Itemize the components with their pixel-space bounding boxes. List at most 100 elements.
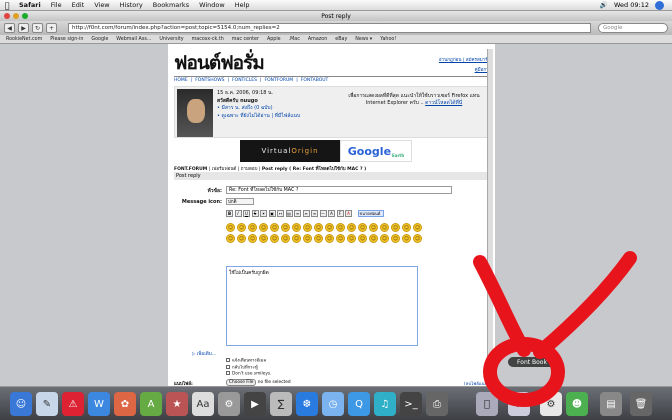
font-book-icon[interactable]: F (508, 392, 530, 416)
smiley-icon[interactable]: ☺ (413, 234, 422, 243)
smiley-icon[interactable]: ☺ (391, 234, 400, 243)
return-checkbox[interactable] (226, 364, 230, 369)
bookmark-item[interactable]: Amazon (308, 37, 327, 42)
align-center-icon[interactable]: ≡ (302, 210, 310, 217)
smiley-icon[interactable]: ☺ (380, 223, 389, 232)
forum-logo[interactable]: ฟอนต์ฟอรั่ม (174, 48, 265, 78)
nav-home[interactable]: HOME (174, 78, 188, 83)
download-link[interactable]: ดาวน์โหลดได้ที่นี่ (425, 100, 462, 106)
smiley-icon[interactable]: ☺ (380, 234, 389, 243)
smiley-icon[interactable]: ☺ (314, 234, 323, 243)
clock[interactable]: Wed 09:12 (614, 1, 649, 9)
nav-fontforum[interactable]: FONTFORUM (265, 78, 294, 83)
notify-checkbox[interactable] (226, 358, 230, 362)
bookmark-item[interactable]: Google (91, 37, 108, 42)
smiley-icon[interactable]: ☺ (237, 234, 246, 243)
smiley-icon[interactable]: ☺ (369, 234, 378, 243)
more-options-link[interactable]: ▷ เพิ่มเติม... (192, 350, 216, 357)
font-app-icon[interactable]: A (140, 392, 162, 416)
bookmark-item[interactable]: mac center (232, 37, 259, 42)
smiley-icon[interactable]: ☺ (248, 223, 257, 232)
bookmark-item[interactable]: News ▾ (355, 37, 372, 42)
calculator-icon[interactable]: ∑ (270, 392, 292, 416)
menu-view[interactable]: View (89, 1, 114, 9)
nav-fontabout[interactable]: FONTABOUT (301, 78, 329, 83)
nav-fonticles[interactable]: FONTICLES (232, 78, 257, 83)
smiley-icon[interactable]: ☺ (358, 234, 367, 243)
acrobat-icon[interactable]: ⚠ (62, 392, 84, 416)
back-icon[interactable]: ◀ (4, 23, 15, 33)
bookmark-item[interactable]: eBay (335, 37, 347, 42)
size-icon[interactable]: A (328, 210, 335, 217)
hr-icon[interactable]: — (319, 210, 327, 217)
font-select[interactable]: ขนาดฟอนต์ (357, 210, 384, 217)
move-icon[interactable]: ↔ (277, 210, 284, 217)
bookmark-item[interactable]: RookieNet.com (6, 37, 42, 42)
address-bar[interactable]: http://f0nt.com/forum/index.php?action=p… (68, 23, 591, 33)
smiley-icon[interactable]: ☺ (314, 223, 323, 232)
smiley-icon[interactable]: ☺ (391, 223, 400, 232)
no-smileys-checkbox[interactable] (226, 371, 230, 375)
ical-icon[interactable]: ◷ (322, 392, 344, 416)
pre-icon[interactable]: ▤ (285, 210, 293, 217)
unread-link[interactable]: • ดูเฉพาะ ที่ยังไม่ได้อ่าน | ที่มีไฟล์แน… (217, 113, 300, 121)
messenger-icon[interactable]: ☻ (566, 392, 588, 416)
nav-fontshows[interactable]: FONTSHOWS (195, 78, 224, 83)
trash-icon[interactable]: 🗑 (630, 392, 652, 416)
document-icon[interactable]: ▤ (600, 392, 622, 416)
smiley-icon[interactable]: ☺ (292, 234, 301, 243)
finder-icon[interactable]: ☺ (10, 392, 32, 416)
color-icon[interactable]: A (345, 210, 352, 217)
smiley-icon[interactable]: ☺ (336, 234, 345, 243)
smiley-icon[interactable]: ☺ (358, 223, 367, 232)
subject-field[interactable]: Re: Font ที่โหลดไปใช้กับ MAC ? (226, 186, 452, 194)
menu-edit[interactable]: Edit (67, 1, 90, 9)
safari-icon[interactable]: ❆ (296, 392, 318, 416)
rules-register-link[interactable]: อ่านกฎก่อน | สมัครสมาชิก (439, 56, 491, 63)
smiley-icon[interactable]: ☺ (237, 223, 246, 232)
word-icon[interactable]: W (88, 392, 110, 416)
system-prefs-icon[interactable]: ⚙ (540, 392, 562, 416)
smiley-icon[interactable]: ☺ (303, 234, 312, 243)
zoom-icon[interactable] (22, 13, 28, 19)
smiley-icon[interactable]: ☺ (347, 223, 356, 232)
printer-icon[interactable]: ⎙ (426, 392, 448, 416)
smiley-icon[interactable]: ☺ (226, 234, 235, 243)
apple-app-icon[interactable]:  (476, 392, 498, 416)
smiley-icon[interactable]: ☺ (369, 223, 378, 232)
apple-menu-icon[interactable]:  (0, 1, 14, 10)
bookmark-item[interactable]: Yahoo! (380, 37, 396, 42)
smiley-icon[interactable]: ☺ (325, 234, 334, 243)
smiley-icon[interactable]: ☺ (402, 234, 411, 243)
smiley-icon[interactable]: ☺ (303, 223, 312, 232)
messages-link[interactable]: • มีสาร น. ส่งถึง (0 ฉบับ) (217, 105, 300, 113)
bookmark-item[interactable]: Please sign-in (50, 37, 83, 42)
menu-history[interactable]: History (115, 1, 148, 9)
smiley-icon[interactable]: ☺ (413, 223, 422, 232)
smiley-icon[interactable]: ☺ (248, 234, 257, 243)
volume-icon[interactable]: 🔊 (600, 1, 608, 9)
terminal-icon[interactable]: >_ (400, 392, 422, 416)
smiley-icon[interactable]: ☺ (226, 223, 235, 232)
glow-icon[interactable]: ☀ (260, 210, 267, 217)
italic-icon[interactable]: I (234, 210, 242, 217)
bookmark-item[interactable]: Webmail Ass... (116, 37, 151, 42)
search-input[interactable]: Google (598, 23, 668, 33)
bookmark-item[interactable]: .Mac (289, 37, 300, 42)
shadow-icon[interactable]: ▣ (268, 210, 276, 217)
choose-file-button[interactable]: Choose File (226, 379, 257, 386)
illustrator-icon[interactable]: ★ (166, 392, 188, 416)
forward-icon[interactable]: ▶ (18, 23, 29, 33)
underline-icon[interactable]: U (243, 210, 250, 217)
minimize-icon[interactable] (13, 13, 19, 19)
smiley-icon[interactable]: ☺ (270, 234, 279, 243)
reload-icon[interactable]: ↻ (32, 23, 43, 33)
menu-bookmarks[interactable]: Bookmarks (148, 1, 194, 9)
dictionary-icon[interactable]: Aa (192, 392, 214, 416)
menu-app[interactable]: Safari (14, 1, 46, 9)
menu-help[interactable]: Help (230, 1, 255, 9)
quicktime-icon[interactable]: Q (348, 392, 370, 416)
dvd-player-icon[interactable]: ▶ (244, 392, 266, 416)
strike-icon[interactable]: S (251, 210, 259, 217)
smiley-icon[interactable]: ☺ (292, 223, 301, 232)
